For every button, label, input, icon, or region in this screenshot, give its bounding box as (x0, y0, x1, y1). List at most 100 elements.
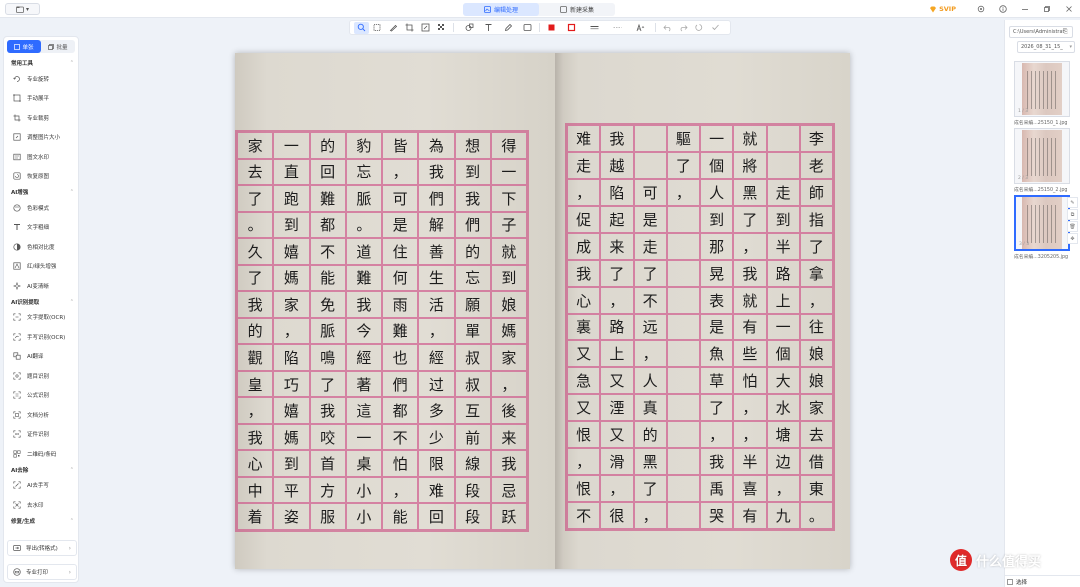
sidebar-item[interactable]: 恢复原图 (4, 167, 78, 187)
grid-cell: 人 (633, 367, 667, 395)
font-size-tool[interactable] (629, 22, 651, 34)
sidebar-item-label: AI去手写 (27, 483, 49, 490)
minimize-button[interactable] (1014, 0, 1036, 18)
sidebar-item[interactable]: 文字提取(OCR) (4, 308, 78, 328)
line-style-tool[interactable] (606, 22, 628, 34)
sidebar-item[interactable]: 二维码/条码 (4, 444, 78, 464)
delete-thumbnail-icon[interactable]: 🗑 (1067, 221, 1078, 232)
grid-cell: 陷 (600, 178, 634, 206)
sidebar-item[interactable]: 专业旋转 (4, 69, 78, 89)
chevron-up-icon[interactable]: ⌃ (70, 299, 74, 305)
folder-select[interactable]: 2026_08_31_15_ ▾ (1017, 41, 1075, 53)
redo-button[interactable] (676, 22, 691, 34)
sidebar-item[interactable]: 手写识别(OCR) (4, 327, 78, 347)
sidebar-section-header[interactable]: AI识别提取 ⌃ (4, 296, 78, 308)
maximize-button[interactable] (1036, 0, 1058, 18)
shape-tool[interactable] (458, 22, 480, 34)
sidebar-item[interactable]: 红/绿头增强 (4, 257, 78, 277)
sidebar-item[interactable]: 文档分析 (4, 405, 78, 425)
fit-tool[interactable] (418, 22, 433, 34)
sidebar-item[interactable]: 去水印 (4, 495, 78, 515)
page-preview (1022, 63, 1062, 115)
settings-button[interactable] (970, 0, 992, 18)
text-tool[interactable] (481, 22, 496, 34)
sidebar-item-label: 去水印 (27, 502, 44, 509)
confirm-button[interactable] (708, 22, 723, 34)
reset-button[interactable] (692, 22, 707, 34)
chevron-up-icon[interactable]: ⌃ (70, 189, 74, 195)
save-path-field[interactable]: C:\Users\Administrat ⎘ (1009, 26, 1073, 38)
grid-cell: 黑 (733, 178, 767, 206)
grid-cell: 忘 (454, 264, 491, 292)
grid-cell (666, 394, 700, 422)
sidebar-section-header[interactable]: AI去除 ⌃ (4, 464, 78, 476)
sidebar-item[interactable]: 色相对比度 (4, 237, 78, 257)
image-canvas[interactable]: 家一的豹皆為想得去直回忘，我到一了跑難脈可們我下。到都。是解們子久嬉不道住善的就… (82, 38, 1000, 585)
select-all-row[interactable]: 选择 (1005, 575, 1080, 587)
stroke-color-tool[interactable] (560, 22, 582, 34)
thumbnail-image[interactable]: 3 / 3 ✎ ⧉ 🗑 ✥ (1014, 195, 1078, 251)
pen-tool[interactable] (497, 22, 519, 34)
thumbnail-image[interactable]: 2 / 3 (1014, 128, 1070, 184)
grid-cell: 願 (454, 291, 491, 318)
help-button[interactable] (992, 0, 1014, 18)
close-button[interactable] (1058, 0, 1080, 18)
sidebar-item[interactable]: 文字粗细 (4, 218, 78, 238)
tab-single[interactable]: 单张 (7, 40, 41, 53)
sidebar-item[interactable]: AI变清晰 (4, 276, 78, 296)
thumbnail-item-selected[interactable]: 3 / 3 ✎ ⧉ 🗑 ✥ 成名采编...3205205.jpg (1014, 195, 1078, 260)
thumbnail-item[interactable]: 2 / 3 成名采编...25150_2.jpg (1014, 128, 1070, 193)
app-menu-button[interactable]: ▾ (5, 3, 40, 15)
brush-tool[interactable] (386, 22, 401, 34)
fill-color-tool[interactable] (544, 22, 559, 34)
thumbnail-item[interactable]: 1 / 3 成名采编...25150_1.jpg (1014, 61, 1070, 126)
chevron-up-icon[interactable]: ⌃ (70, 518, 74, 524)
thumbnail-image[interactable]: 1 / 3 (1014, 61, 1070, 117)
grid-cell: ， (766, 475, 800, 503)
translate-icon (13, 352, 21, 360)
print-button[interactable]: 专业打印 › (7, 564, 77, 580)
grid-cell: 解 (418, 211, 455, 239)
sidebar-item-label: 恢复原图 (27, 174, 50, 181)
sidebar-item[interactable]: 手动展平 (4, 89, 78, 109)
copy-thumbnail-icon[interactable]: ⧉ (1067, 209, 1078, 220)
chevron-up-icon[interactable]: ⌃ (70, 60, 74, 66)
sidebar-item[interactable]: 色彩模式 (4, 198, 78, 218)
move-thumbnail-icon[interactable]: ✥ (1067, 233, 1078, 244)
sidebar-item[interactable]: 证件识别 (4, 425, 78, 445)
line-width-tool[interactable] (583, 22, 605, 34)
sidebar-item[interactable]: AI翻译 (4, 347, 78, 367)
export-label: 导出(转格式) (26, 546, 58, 552)
export-button[interactable]: 导出(转格式) › (7, 540, 77, 556)
svip-badge[interactable]: SVIP (929, 5, 956, 13)
sidebar-item[interactable]: AI去手写 (4, 476, 78, 496)
marquee-tool[interactable] (370, 22, 385, 34)
color-stroke-icon (567, 23, 575, 32)
tab-new-capture[interactable]: 新建采集 (539, 3, 615, 16)
select-tool[interactable] (354, 21, 369, 34)
tab-edit[interactable]: 编辑处理 (463, 3, 539, 16)
crop-tool[interactable] (402, 22, 417, 34)
grid-cell (666, 367, 700, 395)
sidebar-section-header[interactable]: 常用工具 ⌃ (4, 57, 78, 69)
chevron-up-icon[interactable]: ⌃ (70, 467, 74, 473)
undo-button[interactable] (660, 22, 675, 34)
sidebar-item[interactable]: 图文水印 (4, 147, 78, 167)
sidebar-item[interactable]: 调整图片大小 (4, 128, 78, 148)
grid-cell: 小 (345, 503, 382, 530)
sidebar-item[interactable]: 专业裁剪 (4, 108, 78, 128)
tab-batch[interactable]: 批量 (41, 40, 75, 53)
select-checkbox[interactable] (1007, 578, 1013, 585)
edit-thumbnail-icon[interactable]: ✎ (1067, 197, 1078, 208)
grid-cell: 想 (454, 132, 491, 159)
sidebar-item[interactable]: 公式识别 (4, 386, 78, 406)
sidebar-section-header[interactable]: 修复/生成 ⌃ (4, 515, 78, 527)
grid-cell: 了 (666, 151, 700, 179)
mosaic-tool[interactable] (434, 22, 449, 34)
site-watermark: 值 什么值得买 (950, 549, 1041, 571)
sidebar-item[interactable]: 题目识别 (4, 366, 78, 386)
grid-cell: ， (567, 178, 601, 206)
sidebar-section-header[interactable]: AI增强 ⌃ (4, 186, 78, 198)
sticker-tool[interactable] (520, 22, 535, 34)
open-folder-icon[interactable]: ⎘ (1063, 28, 1071, 36)
